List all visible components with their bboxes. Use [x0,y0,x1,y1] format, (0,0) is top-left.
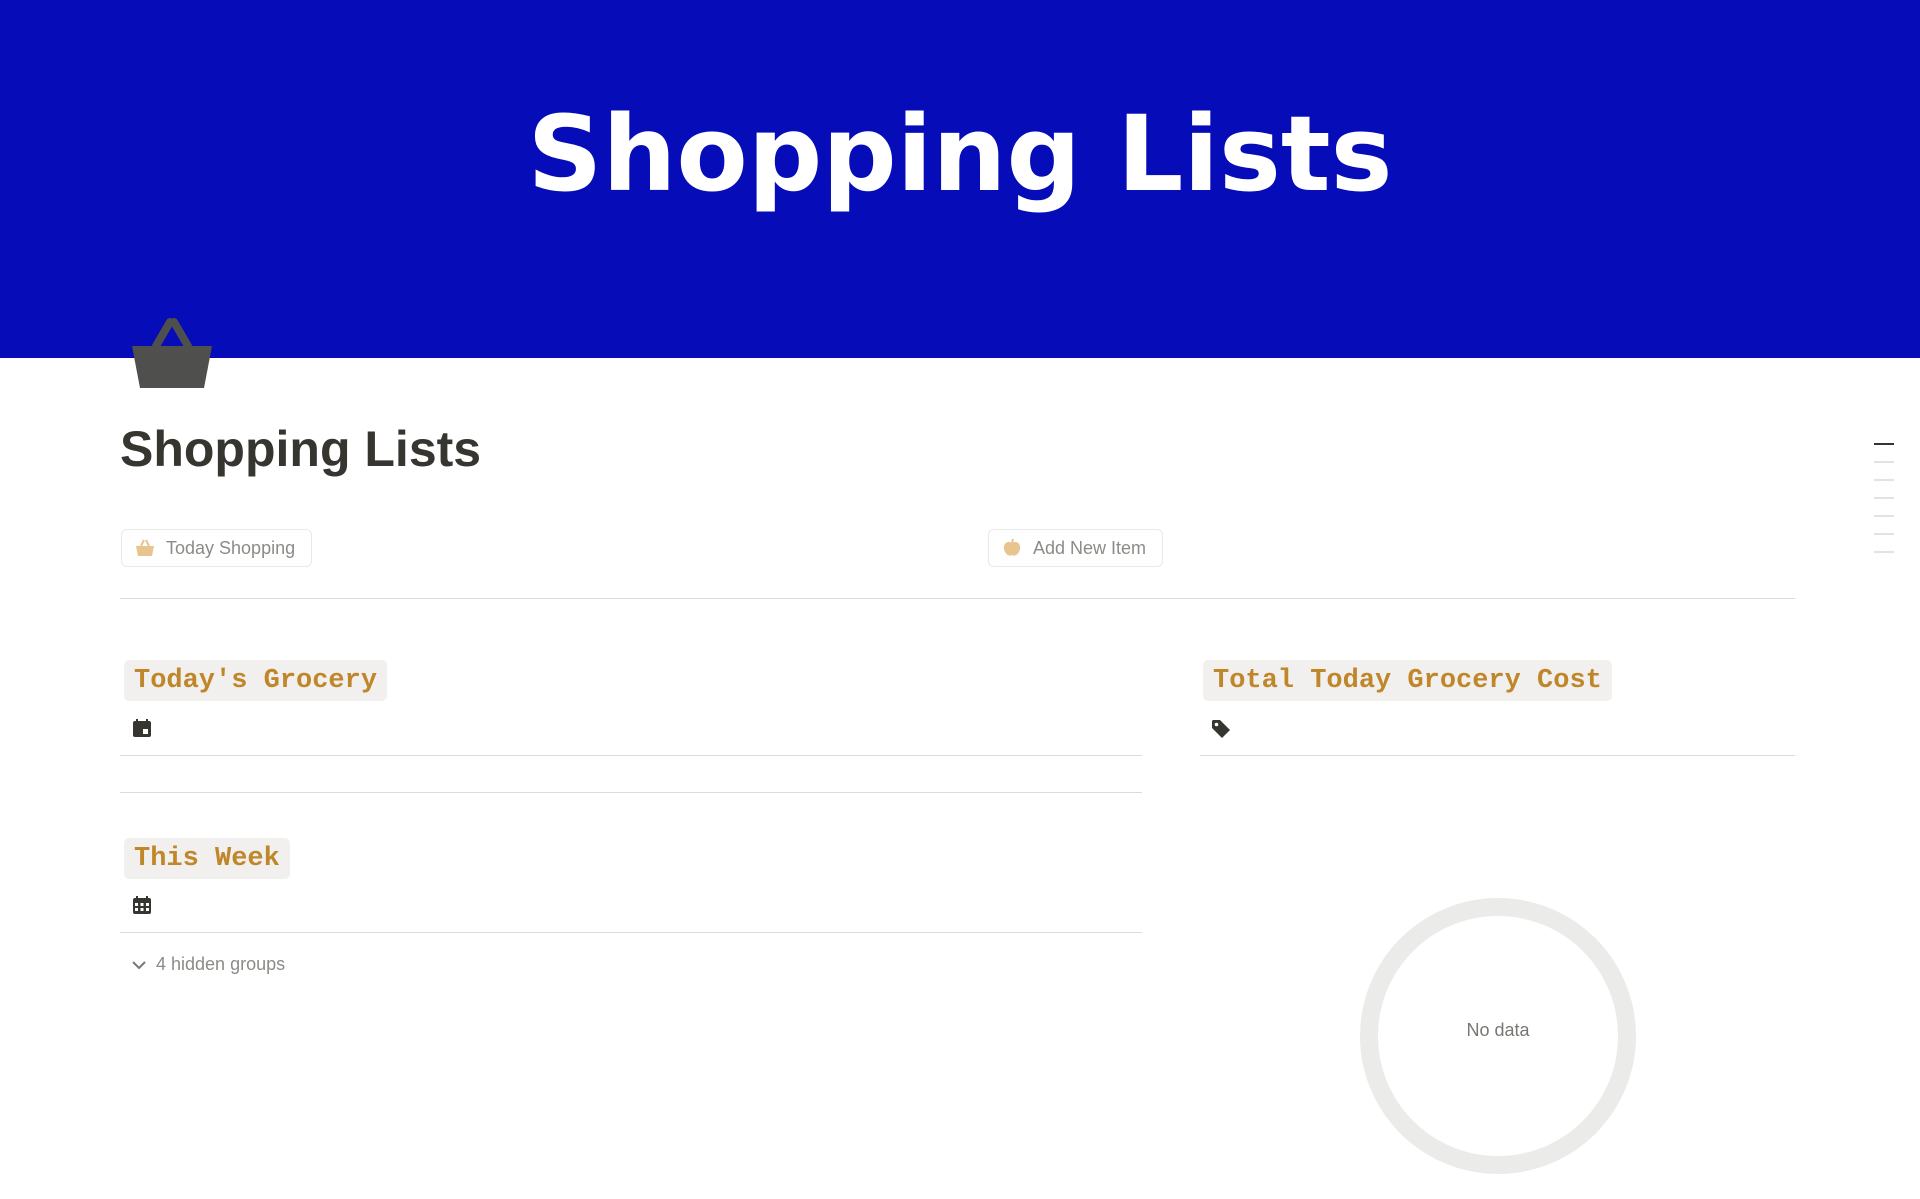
add-new-item-label: Add New Item [1033,537,1147,558]
apple-icon [1003,538,1021,556]
divider [120,792,1142,793]
chevron-down-icon [132,960,146,969]
today-shopping-button[interactable]: Today Shopping [121,529,313,567]
cover-banner: Shopping Lists [0,0,1920,358]
todays-grocery-heading: Today's Grocery [124,660,388,701]
calendar-day-icon[interactable] [132,718,152,738]
no-data-label: No data [1466,1020,1530,1040]
basket-icon [136,539,154,556]
tag-icon[interactable] [1211,719,1231,739]
divider [120,932,1142,933]
divider [120,598,1795,599]
today-shopping-label: Today Shopping [166,537,296,558]
divider [120,755,1142,756]
divider [1200,755,1795,756]
add-new-item-button[interactable]: Add New Item [988,529,1164,567]
this-week-heading: This Week [124,838,290,879]
table-of-contents[interactable] [1874,443,1896,569]
hidden-groups-label: 4 hidden groups [156,954,286,974]
basket-icon[interactable] [128,316,216,392]
calendar-icon[interactable] [132,895,152,915]
page-title: Shopping Lists [120,421,482,477]
cover-title: Shopping Lists [527,93,1393,215]
total-cost-heading: Total Today Grocery Cost [1203,660,1612,701]
hidden-groups-toggle[interactable]: 4 hidden groups [130,954,285,975]
